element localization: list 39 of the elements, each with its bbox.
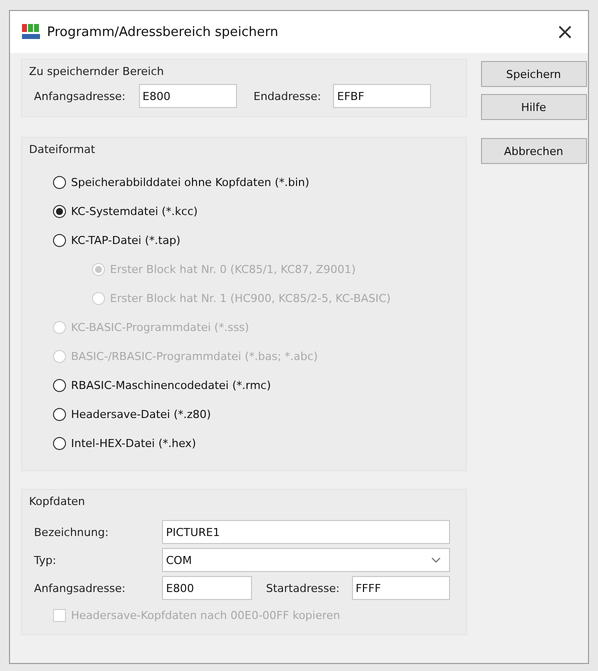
radio-button[interactable] [53,437,66,450]
input-field[interactable]: FFFF [352,576,450,600]
input-field[interactable]: E800 [162,576,252,600]
dialog-button[interactable]: Hilfe [480,94,587,120]
radio-label: KC-BASIC-Programmdatei (*.sss) [71,321,250,334]
field-label: Anfangsadresse: [34,90,126,102]
radio-label: Speicherabbilddatei ohne Kopfdaten (*.bin) [71,176,310,189]
close-button[interactable]: × [542,11,588,53]
field-label: Anfangsadresse: [34,582,127,594]
window-title: Programm/Adressbereich speichern [47,24,280,40]
radio-button[interactable] [53,205,66,218]
input-field[interactable]: EFBF [333,84,432,108]
field-label: Endadresse: [254,90,322,102]
field-label: Typ: [34,554,58,566]
group-title: Zu speichernder Bereich [29,65,164,78]
dialog-button[interactable]: Abbrechen [480,138,587,164]
group-title: Kopfdaten [29,495,86,508]
group-title: Dateiformat [29,143,96,156]
radio-button[interactable] [53,234,66,247]
caret-icon [430,557,441,563]
radio-label: Headersave-Datei (*.z80) [71,408,211,421]
field-label: Startadresse: [266,582,340,594]
radio-label: Erster Block hat Nr. 1 (HC900, KC85/2-5, KC-BASIC) [110,292,391,305]
radio-label: KC-TAP-Datei (*.tap) [71,234,180,247]
input-field[interactable]: E800 [138,84,237,108]
radio-label: Intel-HEX-Datei (*.hex) [71,437,196,450]
input-field[interactable]: PICTURE1 [162,520,450,544]
field-label: Bezeichnung: [34,526,110,538]
radio-button[interactable] [53,176,66,189]
radio-label: RBASIC-Maschinencodedatei (*.rmc) [71,379,271,392]
type-dropdown[interactable]: COM [162,548,450,572]
dialog-button[interactable]: Speichern [480,61,587,87]
radio-label: Erster Block hat Nr. 0 (KC85/1, KC87, Z9001) [110,263,356,276]
radio-label: BASIC-/RBASIC-Programmdatei (*.bas; *.abc) [71,350,318,363]
radio-button[interactable] [53,408,66,421]
radio-label: KC-Systemdatei (*.kcc) [71,205,198,218]
checkbox-label: Headersave-Kopfdaten nach 00E0-00FF kopieren [71,608,340,622]
app-icon [21,23,41,41]
radio-button[interactable] [53,379,66,392]
